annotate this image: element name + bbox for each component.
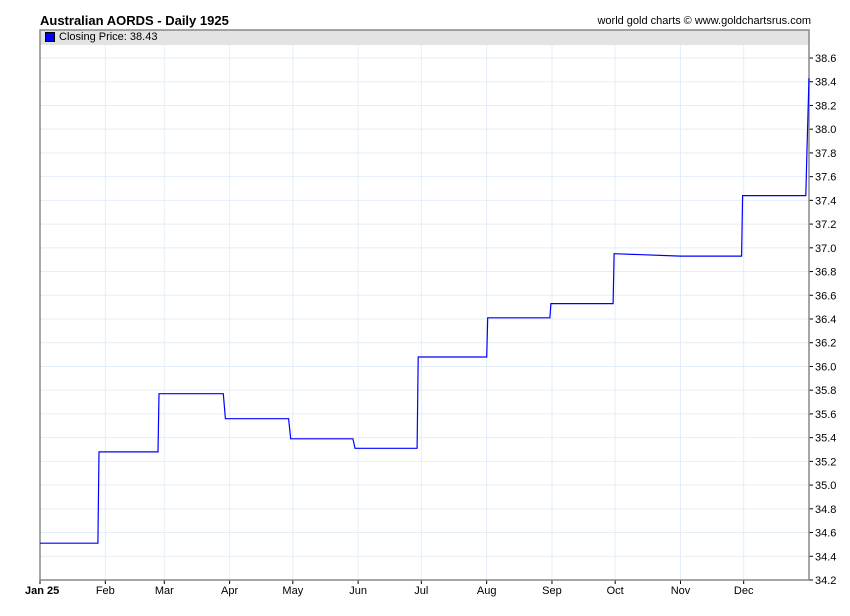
y-tick-label: 35.2 (815, 456, 836, 468)
x-tick-label: Apr (221, 585, 238, 597)
y-tick-label: 36.6 (815, 290, 836, 302)
y-tick-label: 34.6 (815, 528, 836, 540)
x-tick-label: Sep (542, 585, 562, 597)
x-tick-label: Jul (414, 585, 428, 597)
x-tick-label: Feb (96, 585, 115, 597)
y-tick-label: 35.0 (815, 480, 836, 492)
x-tick-label: Jan 25 (25, 585, 59, 597)
y-tick-label: 35.8 (815, 385, 836, 397)
y-tick-label: 37.4 (815, 195, 836, 207)
x-tick-label: Mar (155, 585, 174, 597)
y-tick-label: 36.8 (815, 267, 836, 279)
y-tick-label: 36.2 (815, 338, 836, 350)
plot-area: 34.2 34.4 34.6 34.8 35.0 35.2 35.4 35.6 35.8 36.0… (25, 29, 836, 597)
x-tick-label: Dec (734, 585, 754, 597)
series-line-closing-price (40, 78, 810, 544)
x-tick-label: Jun (349, 585, 367, 597)
y-tick-label: 37.8 (815, 148, 836, 160)
y-tick-label: 38.2 (815, 100, 836, 112)
y-tick-label: 35.4 (815, 433, 836, 445)
y-tick-label: 38.4 (815, 77, 836, 89)
y-tick-label: 37.0 (815, 243, 836, 255)
y-tick-label: 38.0 (815, 124, 836, 136)
x-tick-label: Oct (607, 585, 624, 597)
plot-border (39, 29, 810, 581)
y-tick-label: 35.6 (815, 409, 836, 421)
y-tick-label: 37.6 (815, 172, 836, 184)
y-tick-label: 34.4 (815, 551, 836, 563)
y-tick-label: 36.0 (815, 361, 836, 373)
y-tick-label: 37.2 (815, 219, 836, 231)
y-tick-label: 36.4 (815, 314, 836, 326)
x-tick-label: May (282, 585, 303, 597)
x-tick-label: Aug (477, 585, 497, 597)
x-tick-label: Nov (671, 585, 691, 597)
y-tick-label: 38.6 (815, 53, 836, 65)
chart-container: Australian AORDS - Daily 1925 world gold… (0, 0, 850, 616)
y-tick-label: 34.2 (815, 575, 836, 587)
y-tick-label: 34.8 (815, 504, 836, 516)
